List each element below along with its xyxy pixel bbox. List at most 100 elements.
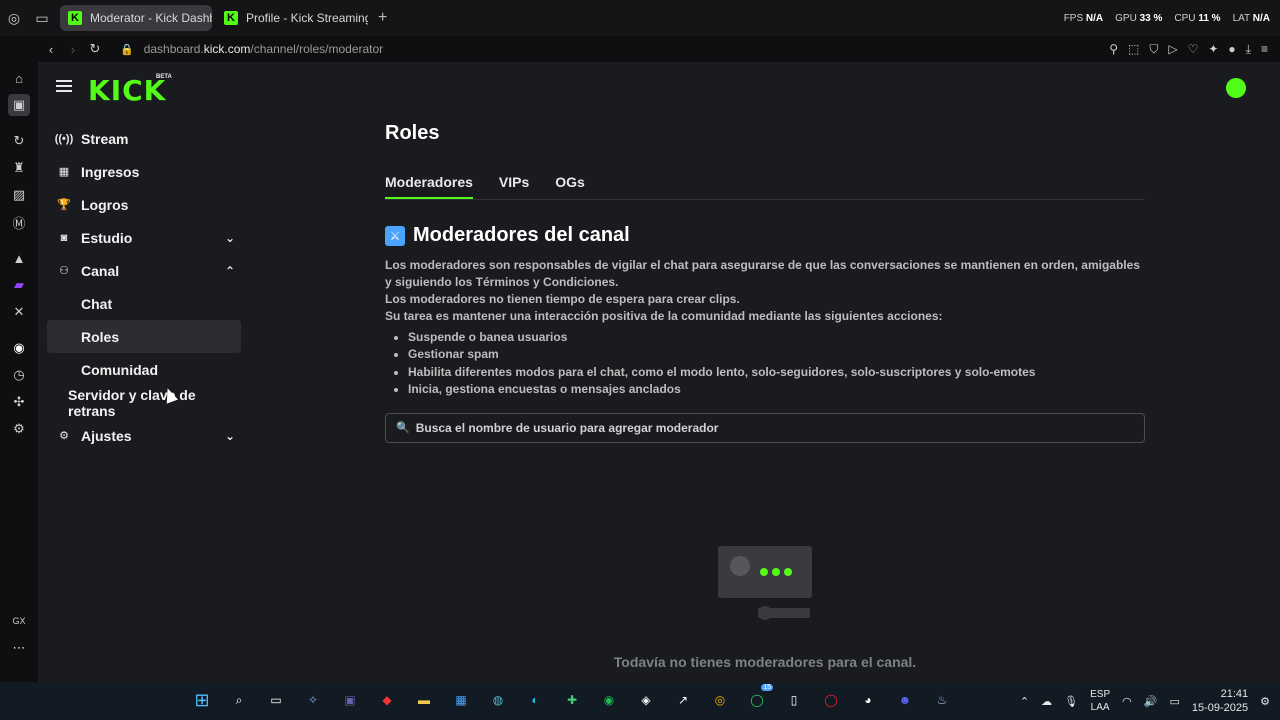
- list-item: Habilita diferentes modos para el chat, …: [408, 364, 1145, 381]
- windows-start-icon[interactable]: ⊞: [190, 688, 214, 712]
- notifications-icon[interactable]: ⚙: [1260, 695, 1270, 708]
- studio-icon: ◙: [60, 231, 68, 244]
- x-icon[interactable]: ✕: [8, 301, 30, 323]
- sidebar-item-comunidad[interactable]: Comunidad: [47, 353, 241, 386]
- sidebar-item-canal[interactable]: ⚇ Canal ⌃: [47, 254, 241, 287]
- sidebar-item-roles[interactable]: Roles: [47, 320, 241, 353]
- battery-icon[interactable]: ▭: [1169, 695, 1179, 708]
- mic-icon[interactable]: 🎙: [1064, 695, 1078, 708]
- sidebar-item-ingresos[interactable]: ▦ Ingresos: [47, 155, 241, 188]
- more-icon[interactable]: ⋯: [8, 637, 30, 659]
- tab-vips[interactable]: VIPs: [499, 166, 529, 199]
- sidebar-item-servidor[interactable]: Servidor y clave de retrans: [47, 386, 241, 419]
- whatsapp-icon[interactable]: ◯ 15: [745, 684, 773, 712]
- play-icon[interactable]: ▷: [1168, 42, 1177, 56]
- app-green-icon[interactable]: ✚: [560, 688, 584, 712]
- profile-icon[interactable]: ●: [1228, 42, 1235, 56]
- settings-icon[interactable]: ⚙: [8, 418, 30, 440]
- kick-logo[interactable]: KICK: [88, 74, 166, 107]
- sidebar-item-stream[interactable]: ((•)) Stream: [47, 122, 241, 155]
- news-icon[interactable]: ▨: [8, 184, 30, 206]
- chart-app-icon[interactable]: ↗: [671, 688, 695, 712]
- opera-gx-icon[interactable]: ◯: [819, 688, 843, 712]
- kick-favicon-icon: K: [224, 11, 238, 25]
- gamepad-icon[interactable]: ▣: [8, 94, 30, 116]
- lock-icon[interactable]: 🔒: [120, 43, 134, 56]
- gpu-stat: GPU 33 %: [1115, 12, 1163, 24]
- sidebar-item-ajustes[interactable]: ⚙ Ajustes ⌄: [47, 419, 241, 452]
- history-icon[interactable]: ◷: [8, 364, 30, 386]
- back-icon[interactable]: ‹: [40, 42, 62, 57]
- edge-icon[interactable]: ◐: [523, 688, 547, 712]
- language-indicator[interactable]: ESP LAA: [1090, 688, 1110, 714]
- tab-moderator[interactable]: K Moderator - Kick Dashbo: [60, 5, 212, 31]
- clock[interactable]: 21:41 15-09-2025: [1192, 687, 1248, 715]
- home-icon[interactable]: ⌂: [8, 67, 30, 89]
- opera-menu-icon[interactable]: ◎: [0, 0, 28, 36]
- trophy-icon: 🏆: [57, 199, 71, 211]
- tab-profile[interactable]: K Profile - Kick Streaming: [216, 5, 368, 31]
- browser-toolbar: ⚲ ⬚ ⛉ ▷ ♡ ✦ ● ⤓ ≡: [1109, 36, 1268, 62]
- twitch-icon[interactable]: ▰: [8, 274, 30, 296]
- gx-icon[interactable]: GX: [8, 610, 30, 632]
- store-icon[interactable]: ▦: [449, 688, 473, 712]
- discord-icon[interactable]: ☻: [893, 688, 917, 712]
- cloud-icon[interactable]: ☁: [1041, 695, 1052, 708]
- tab-moderadores[interactable]: Moderadores: [385, 166, 473, 199]
- empty-state-text: Todavía no tienes moderadores para el ca…: [613, 654, 917, 670]
- obs-icon[interactable]: ◈: [634, 688, 658, 712]
- pin-icon[interactable]: ⚲: [1109, 42, 1118, 56]
- tab-overview-icon[interactable]: ▭: [28, 0, 56, 36]
- folder-icon[interactable]: ▬: [412, 688, 436, 712]
- moderator-sword-icon: ⚔: [385, 225, 405, 246]
- search-input[interactable]: [415, 420, 1116, 435]
- sidebar-item-logros[interactable]: 🏆 Logros: [47, 188, 241, 221]
- task-view-icon[interactable]: ▭: [264, 688, 288, 712]
- browser-tab-bar: ◎ ▭ K Moderator - Kick Dashbo K Profile …: [0, 0, 1280, 36]
- copilot-icon[interactable]: ✧: [301, 688, 325, 712]
- file-icon[interactable]: ▯: [782, 688, 806, 712]
- snapshot-icon[interactable]: ⬚: [1128, 42, 1139, 56]
- taskbar: ⊞ ⌕ ▭ ✧ ▣ ◆ ▬ ▦ ◍ ◐ ✚ ◉ ◈ ↗ ◎ ◯ 15 ▯ ◯ ◕ …: [0, 682, 1280, 720]
- wifi-icon[interactable]: ◠: [1122, 695, 1132, 708]
- forward-icon[interactable]: ›: [62, 42, 84, 57]
- extensions-icon[interactable]: ✦: [1208, 42, 1218, 56]
- spotify-icon[interactable]: ◉: [597, 688, 621, 712]
- sidebar-item-estudio[interactable]: ◙ Estudio ⌄: [47, 221, 241, 254]
- arrow-app-icon[interactable]: ▲: [8, 247, 30, 269]
- menu-icon[interactable]: ≡: [1261, 42, 1268, 56]
- puzzle-icon[interactable]: ✣: [8, 391, 30, 413]
- teams-icon[interactable]: ▣: [338, 688, 362, 712]
- kick-favicon-icon: K: [68, 11, 82, 25]
- sidebar-item-chat[interactable]: Chat: [47, 287, 241, 320]
- hamburger-icon[interactable]: [56, 80, 72, 92]
- new-tab-button[interactable]: +: [378, 9, 387, 27]
- volume-icon[interactable]: 🔊: [1144, 695, 1158, 708]
- avatar[interactable]: [1226, 78, 1246, 98]
- robot-icon[interactable]: ♜: [8, 157, 30, 179]
- download-icon[interactable]: ⤓: [1246, 42, 1251, 57]
- url-field[interactable]: dashboard.kick.com/channel/roles/moderat…: [144, 42, 383, 56]
- spotify-icon[interactable]: ◉: [8, 337, 30, 359]
- steam-icon[interactable]: ♨: [930, 688, 954, 712]
- app-red-icon[interactable]: ◆: [375, 688, 399, 712]
- reload-icon[interactable]: ↻: [84, 41, 106, 57]
- list-item: Gestionar spam: [408, 346, 1145, 363]
- search-icon[interactable]: ⌕: [227, 688, 251, 712]
- chrome-icon[interactable]: ◎: [708, 688, 732, 712]
- search-icon: 🔍: [396, 422, 410, 435]
- globe-icon[interactable]: ◍: [486, 688, 510, 712]
- heart-icon[interactable]: ♡: [1188, 42, 1199, 56]
- shield-icon[interactable]: ⛉: [1149, 42, 1158, 57]
- chevron-down-icon: ⌄: [224, 231, 235, 245]
- chevron-up-icon[interactable]: ⌃: [1020, 695, 1029, 708]
- tab-label: Profile - Kick Streaming: [246, 11, 368, 25]
- obs-studio-icon[interactable]: ◕: [856, 688, 880, 712]
- whatsapp-badge: 15: [761, 684, 773, 691]
- tab-ogs[interactable]: OGs: [555, 166, 585, 199]
- refresh-icon[interactable]: ↻: [8, 130, 30, 152]
- chevron-up-icon: ⌃: [224, 264, 235, 278]
- moderator-search[interactable]: 🔍: [385, 412, 1145, 443]
- empty-illustration: [718, 546, 812, 626]
- m-app-icon[interactable]: Ⓜ: [8, 211, 30, 233]
